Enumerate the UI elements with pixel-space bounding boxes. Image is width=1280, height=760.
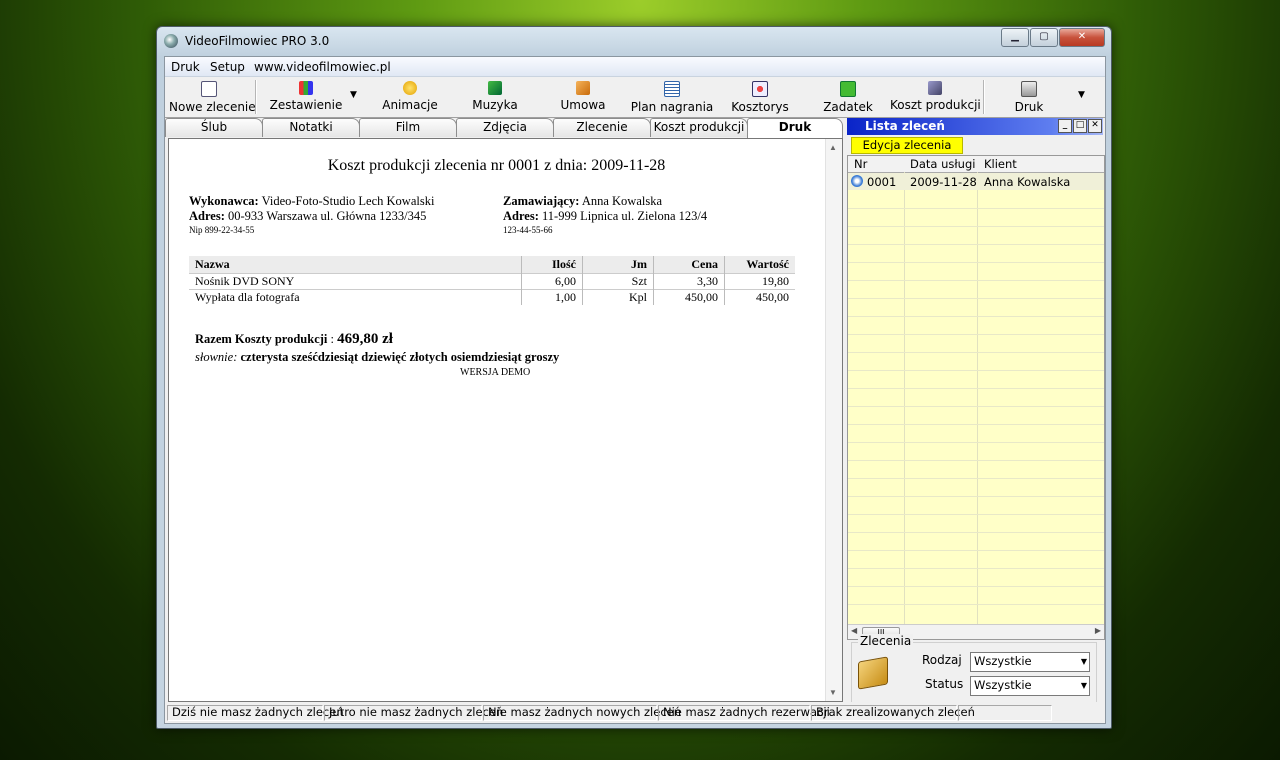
tab-film[interactable]: Film bbox=[359, 118, 457, 137]
cost-table: Nazwa Ilość Jm Cena Wartość Nośnik DVD S… bbox=[189, 256, 795, 305]
title-bar[interactable]: VideoFilmowiec PRO 3.0 ▁ ▢ ✕ bbox=[157, 27, 1109, 55]
status-label: Status bbox=[925, 677, 964, 691]
scroll-up-icon[interactable]: ▲ bbox=[829, 143, 837, 152]
summary-button[interactable]: Zestawienie bbox=[269, 79, 343, 115]
app-icon bbox=[164, 34, 178, 48]
scroll-left-icon[interactable]: ◀ bbox=[851, 626, 857, 635]
status-today: Dziś nie masz żadnych zleceń bbox=[167, 705, 344, 721]
panel-minimize-button[interactable]: _ bbox=[1058, 119, 1072, 133]
rodzaj-select[interactable]: Wszystkie ▼ bbox=[970, 652, 1090, 672]
close-button[interactable]: ✕ bbox=[1059, 28, 1105, 47]
recording-plan-button[interactable]: Plan nagrania bbox=[630, 79, 714, 115]
scroll-right-icon[interactable]: ▶ bbox=[1095, 626, 1101, 635]
status-reservations: Nie masz żadnych rezerwacji bbox=[658, 705, 830, 721]
status-completed: Brak zrealizowanych zleceń bbox=[811, 705, 975, 721]
money-icon bbox=[840, 81, 856, 97]
minimize-button[interactable]: ▁ bbox=[1001, 28, 1029, 47]
info-icon bbox=[851, 175, 863, 187]
client-phone: 123-44-55-66 bbox=[503, 225, 553, 235]
orders-grid-header: Nr Data usługi Klient bbox=[848, 156, 1104, 173]
contractor-nip: Nip 899-22-34-55 bbox=[189, 225, 255, 235]
deposit-button[interactable]: Zadatek bbox=[820, 79, 876, 115]
total-line: Razem Koszty produkcji : 469,80 zł bbox=[195, 331, 393, 347]
table-row: Nośnik DVD SONY 6,00 Szt 3,30 19,80 bbox=[189, 273, 795, 290]
app-window: VideoFilmowiec PRO 3.0 ▁ ▢ ✕ Druk Setup … bbox=[156, 26, 1112, 729]
window-title: VideoFilmowiec PRO 3.0 bbox=[185, 34, 330, 48]
demo-watermark: WERSJA DEMO bbox=[460, 367, 531, 378]
orders-panel: Lista zleceń _ □ ✕ Edycja zlecenia Nr Da… bbox=[847, 118, 1105, 722]
column-data-uslugi[interactable]: Data usługi bbox=[910, 157, 975, 171]
status-empty bbox=[958, 705, 1052, 721]
scroll-down-icon[interactable]: ▼ bbox=[829, 688, 837, 697]
table-header-row: Nazwa Ilość Jm Cena Wartość bbox=[189, 256, 795, 274]
music-icon bbox=[488, 81, 502, 95]
chevron-down-icon: ▼ bbox=[1080, 657, 1087, 666]
cost-estimate-button[interactable]: Kosztorys bbox=[729, 79, 791, 115]
status-select[interactable]: Wszystkie ▼ bbox=[970, 676, 1090, 696]
tab-bar: Ślub Notatki Film Zdjęcia Zlecenie Koszt… bbox=[165, 118, 843, 139]
edit-order-button[interactable]: Edycja zlecenia bbox=[851, 137, 963, 154]
maximize-button[interactable]: ▢ bbox=[1030, 28, 1058, 47]
orders-filter-group: Zlecenia Rodzaj Wszystkie ▼ Status Wszys… bbox=[851, 634, 1097, 704]
column-klient[interactable]: Klient bbox=[984, 157, 1017, 171]
new-order-icon bbox=[201, 81, 217, 97]
orders-grid: Nr Data usługi Klient 0001 2009-11-28 An… bbox=[847, 155, 1105, 640]
status-bar: Dziś nie masz żadnych zleceń Jutro nie m… bbox=[165, 702, 1105, 722]
client-area: Druk Setup www.videofilmowiec.pl Nowe zl… bbox=[164, 56, 1106, 724]
tab-zdjecia[interactable]: Zdjęcia bbox=[456, 118, 554, 137]
table-row[interactable]: 0001 2009-11-28 Anna Kowalska bbox=[848, 173, 1104, 190]
column-nr[interactable]: Nr bbox=[854, 157, 867, 171]
amount-in-words: słownie: czterysta sześćdziesiąt dziewię… bbox=[195, 350, 560, 364]
filter-group-label: Zlecenia bbox=[858, 634, 914, 648]
status-tomorrow: Jutro nie masz żadnych zleceń bbox=[324, 705, 503, 721]
menu-druk[interactable]: Druk bbox=[171, 60, 200, 74]
document-scrollbar[interactable]: ▲ ▼ bbox=[825, 139, 842, 701]
production-cost-button[interactable]: Koszt produkcji bbox=[890, 79, 981, 115]
smiley-icon bbox=[403, 81, 417, 95]
client-line: Zamawiający: Anna Kowalska bbox=[503, 194, 663, 208]
contractor-address: Adres: 00-933 Warszawa ul. Główna 1233/3… bbox=[189, 209, 427, 223]
printer-icon bbox=[1021, 81, 1037, 97]
menu-website[interactable]: www.videofilmowiec.pl bbox=[254, 60, 391, 74]
tab-koszt-produkcji[interactable]: Koszt produkcji bbox=[650, 118, 748, 137]
contractor-line: Wykonawca: Video-Foto-Studio Lech Kowals… bbox=[189, 194, 435, 208]
new-order-button[interactable]: Nowe zlecenie bbox=[169, 79, 256, 115]
print-preview: Koszt produkcji zlecenia nr 0001 z dnia:… bbox=[168, 138, 843, 702]
print-button[interactable]: Druk bbox=[999, 79, 1059, 115]
panel-maximize-button[interactable]: □ bbox=[1073, 119, 1087, 133]
tab-druk[interactable]: Druk bbox=[747, 118, 843, 139]
summary-dropdown-icon[interactable]: ▼ bbox=[350, 90, 357, 100]
document-title: Koszt produkcji zlecenia nr 0001 z dnia:… bbox=[327, 157, 666, 174]
tab-notatki[interactable]: Notatki bbox=[262, 118, 360, 137]
estimate-icon bbox=[752, 81, 768, 97]
document-icon bbox=[664, 81, 680, 97]
contract-button[interactable]: Umowa bbox=[553, 79, 613, 115]
production-cost-icon bbox=[928, 81, 942, 95]
animations-button[interactable]: Animacje bbox=[375, 79, 445, 115]
client-address: Adres: 11-999 Lipnica ul. Zielona 123/4 bbox=[503, 209, 708, 223]
tab-slub[interactable]: Ślub bbox=[165, 118, 263, 137]
tab-zlecenie[interactable]: Zlecenie bbox=[553, 118, 651, 137]
music-button[interactable]: Muzyka bbox=[465, 79, 525, 115]
chart-icon bbox=[299, 81, 313, 95]
menu-bar: Druk Setup www.videofilmowiec.pl bbox=[165, 57, 1105, 77]
rodzaj-label: Rodzaj bbox=[922, 653, 962, 667]
table-row: Wypłata dla fotografa 1,00 Kpl 450,00 45… bbox=[189, 289, 795, 305]
handshake-icon bbox=[576, 81, 590, 95]
book-icon bbox=[858, 656, 888, 690]
panel-close-button[interactable]: ✕ bbox=[1088, 119, 1102, 133]
chevron-down-icon: ▼ bbox=[1080, 681, 1087, 690]
print-dropdown-icon[interactable]: ▼ bbox=[1078, 90, 1085, 100]
orders-panel-title: Lista zleceń _ □ ✕ bbox=[847, 118, 1103, 135]
toolbar: Nowe zlecenie Zestawienie ▼ Animacje Muz… bbox=[165, 77, 1105, 118]
status-new-orders: Nie masz żadnych nowych zleceń bbox=[483, 705, 681, 721]
menu-setup[interactable]: Setup bbox=[210, 60, 245, 74]
